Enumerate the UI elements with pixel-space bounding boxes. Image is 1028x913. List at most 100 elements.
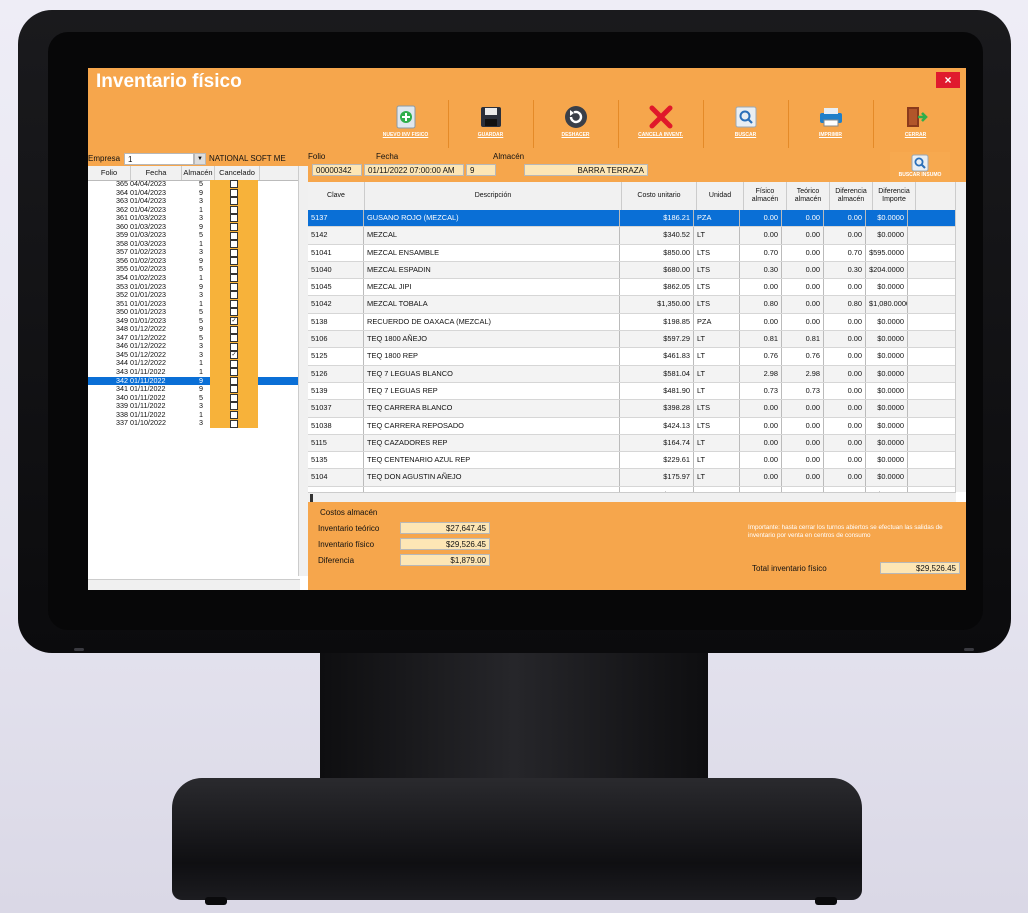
row-cancelado-cell (210, 282, 258, 292)
cell-clave: 5104 (308, 469, 364, 486)
cancelado-checkbox[interactable] (230, 248, 238, 257)
cancelado-checkbox[interactable] (230, 223, 238, 231)
cancelado-checkbox[interactable]: ✓ (230, 317, 238, 326)
folio-list-row[interactable]: 337 01/10/2022 3 (88, 419, 300, 428)
close-window-button[interactable]: × (936, 72, 960, 88)
cell-descripcion: TEQ CARRERA BLANCO (364, 400, 620, 417)
cell-diferencia: 0.00 (824, 365, 866, 382)
cancelado-checkbox[interactable] (230, 299, 238, 308)
row-cancelado-cell: ✓ (210, 316, 258, 326)
inventory-row[interactable]: 5142 MEZCAL $340.52 LT 0.00 0.00 0.00 $0.0000 (308, 227, 956, 245)
grid-vertical-scrollbar[interactable] (955, 182, 966, 492)
inventory-row[interactable]: 5139 TEQ 7 LEGUAS REP $481.90 LT 0.73 0.73 0.0… (308, 382, 956, 401)
cancelado-checkbox[interactable] (230, 419, 238, 428)
inventory-row[interactable]: 51045 MEZCAL JIPI $862.05 LTS 0.00 0.00 0.00 $0… (308, 279, 956, 297)
cell-teorico: 0.00 (782, 417, 824, 434)
row-almacen: 3 (199, 196, 203, 206)
cancelado-checkbox[interactable] (230, 368, 238, 377)
cancelado-checkbox[interactable] (230, 231, 238, 240)
row-almacen: 5 (199, 180, 203, 188)
cell-importe: $0.0000 (866, 210, 908, 227)
cancelado-checkbox[interactable] (230, 411, 238, 420)
chevron-down-icon[interactable]: ▼ (194, 153, 206, 165)
inventory-row[interactable]: 5125 TEQ 1800 REP $461.83 LT 0.76 0.76 0.00 $0.… (308, 348, 956, 366)
cell-teorico: 0.00 (782, 452, 824, 469)
almacen-name-field: BARRA TERRAZA (524, 164, 648, 176)
cell-importe: $0.0000 (866, 382, 908, 400)
row-cancelado-cell (210, 333, 258, 343)
cell-costo: $680.00 (620, 261, 694, 279)
cell-descripcion: MEZCAL TOBALA (364, 296, 620, 313)
cancelado-checkbox[interactable] (230, 240, 238, 249)
cancelado-checkbox[interactable] (230, 291, 238, 300)
cell-unidad: LT (694, 452, 740, 469)
fecha-field[interactable]: 01/11/2022 07:00:00 AM (364, 164, 464, 176)
col-diferencia-almacen: Diferencia almacén (830, 182, 873, 210)
cancelado-checkbox[interactable] (230, 402, 238, 411)
diferencia-value: $1,879.00 (400, 554, 490, 566)
inventory-row[interactable]: 5104 TEQ DON AGUSTIN AÑEJO $175.97 LT 0.00 0.… (308, 469, 956, 487)
cancelado-checkbox[interactable] (230, 334, 238, 343)
cell-importe: $0.0000 (866, 313, 908, 331)
title-bar: Inventario físico × (88, 68, 966, 98)
row-folio: 337 (116, 418, 128, 428)
search-supply-button[interactable]: BUSCAR INSUMO (890, 152, 950, 182)
save-button[interactable]: GUARDAR (448, 100, 534, 148)
cell-clave: 5125 (308, 348, 364, 365)
cancel-inventory-button[interactable]: CANCELA INVENT. (618, 100, 704, 148)
inventory-row[interactable]: 5137 GUSANO ROJO (MEZCAL) $186.21 PZA 0.00 0.… (308, 210, 956, 228)
new-inventory-button[interactable]: NUEVO INV FISICO (363, 100, 449, 148)
row-cancelado-cell (210, 368, 258, 377)
cancelado-checkbox[interactable] (230, 393, 238, 402)
folio-list-vertical-scrollbar[interactable] (298, 166, 308, 576)
cancelado-checkbox[interactable] (230, 188, 238, 197)
cell-costo: $481.90 (620, 382, 694, 400)
cancelado-checkbox[interactable] (230, 359, 238, 368)
inventory-row[interactable]: 5126 TEQ 7 LEGUAS BLANCO $581.04 LT 2.98 2.98… (308, 365, 956, 383)
cancelado-checkbox[interactable] (230, 205, 238, 214)
almacen-id-field[interactable]: 9 (466, 164, 496, 176)
cell-clave: 5139 (308, 382, 364, 400)
cell-unidad: LT (694, 348, 740, 365)
print-button[interactable]: IMPRIMIR (788, 100, 874, 148)
cancelado-checkbox[interactable] (230, 376, 238, 385)
search-button[interactable]: BUSCAR (703, 100, 789, 148)
cancelado-checkbox[interactable] (230, 274, 238, 283)
inventory-row[interactable]: 5115 TEQ CAZADORES REP $164.74 LT 0.00 0.00 0.… (308, 434, 956, 453)
cell-unidad: LTS (694, 296, 740, 313)
inventory-row[interactable]: 5138 RECUERDO DE OAXACA (MEZCAL) $198.85 PZ… (308, 313, 956, 332)
cell-importe: $0.0000 (866, 417, 908, 434)
cancelado-checkbox[interactable] (230, 257, 238, 266)
cancelado-checkbox[interactable] (230, 325, 238, 334)
cancelado-checkbox[interactable] (230, 308, 238, 317)
cancelado-checkbox[interactable] (230, 197, 238, 206)
cancelado-checkbox[interactable] (230, 265, 238, 274)
cell-unidad: LTS (694, 261, 740, 279)
monitor-stand-neck (320, 628, 708, 800)
cancelado-checkbox[interactable] (230, 342, 238, 351)
empresa-id-combo[interactable]: 1 (124, 153, 194, 165)
diferencia-label: Diferencia (318, 556, 355, 565)
cancelado-checkbox[interactable] (230, 214, 238, 223)
inventory-row[interactable]: 51038 TEQ CARRERA REPOSADO $424.13 LTS 0.00 0… (308, 417, 956, 435)
inventory-row[interactable]: 51041 MEZCAL ENSAMBLE $850.00 LTS 0.70 0.00 0.… (308, 244, 956, 262)
search-supply-label: BUSCAR INSUMO (898, 172, 942, 178)
folio-field[interactable]: 00000342 (312, 164, 362, 176)
inventory-row[interactable]: 5135 TEQ CENTENARIO AZUL REP $229.61 LT 0.00… (308, 452, 956, 470)
inventory-row[interactable]: 51037 TEQ CARRERA BLANCO $398.28 LTS 0.00 0.0… (308, 400, 956, 418)
inventory-row[interactable]: 51042 MEZCAL TOBALA $1,350.00 LTS 0.80 0.00 0.… (308, 296, 956, 314)
inventory-row[interactable]: 5106 TEQ 1800 AÑEJO $597.29 LT 0.81 0.81 0.00 $… (308, 331, 956, 349)
empresa-row: Empresa 1 ▼ NATIONAL SOFT ME (88, 152, 308, 166)
col-descripcion: Descripción (365, 182, 622, 210)
folio-list-horizontal-scrollbar[interactable] (88, 579, 300, 590)
undo-button[interactable]: DESHACER (533, 100, 619, 148)
row-cancelado-cell (210, 419, 258, 428)
cancelado-checkbox[interactable] (230, 180, 238, 189)
close-button[interactable]: CERRAR (873, 100, 958, 148)
inventory-row[interactable]: 51040 MEZCAL ESPADIN $680.00 LTS 0.30 0.00 0.3… (308, 261, 956, 280)
row-almacen: 9 (199, 384, 203, 394)
cancelado-checkbox[interactable]: ✓ (230, 351, 238, 360)
cancelado-checkbox[interactable] (230, 282, 238, 291)
cancelado-checkbox[interactable] (230, 385, 238, 394)
cell-unidad: LTS (694, 400, 740, 417)
